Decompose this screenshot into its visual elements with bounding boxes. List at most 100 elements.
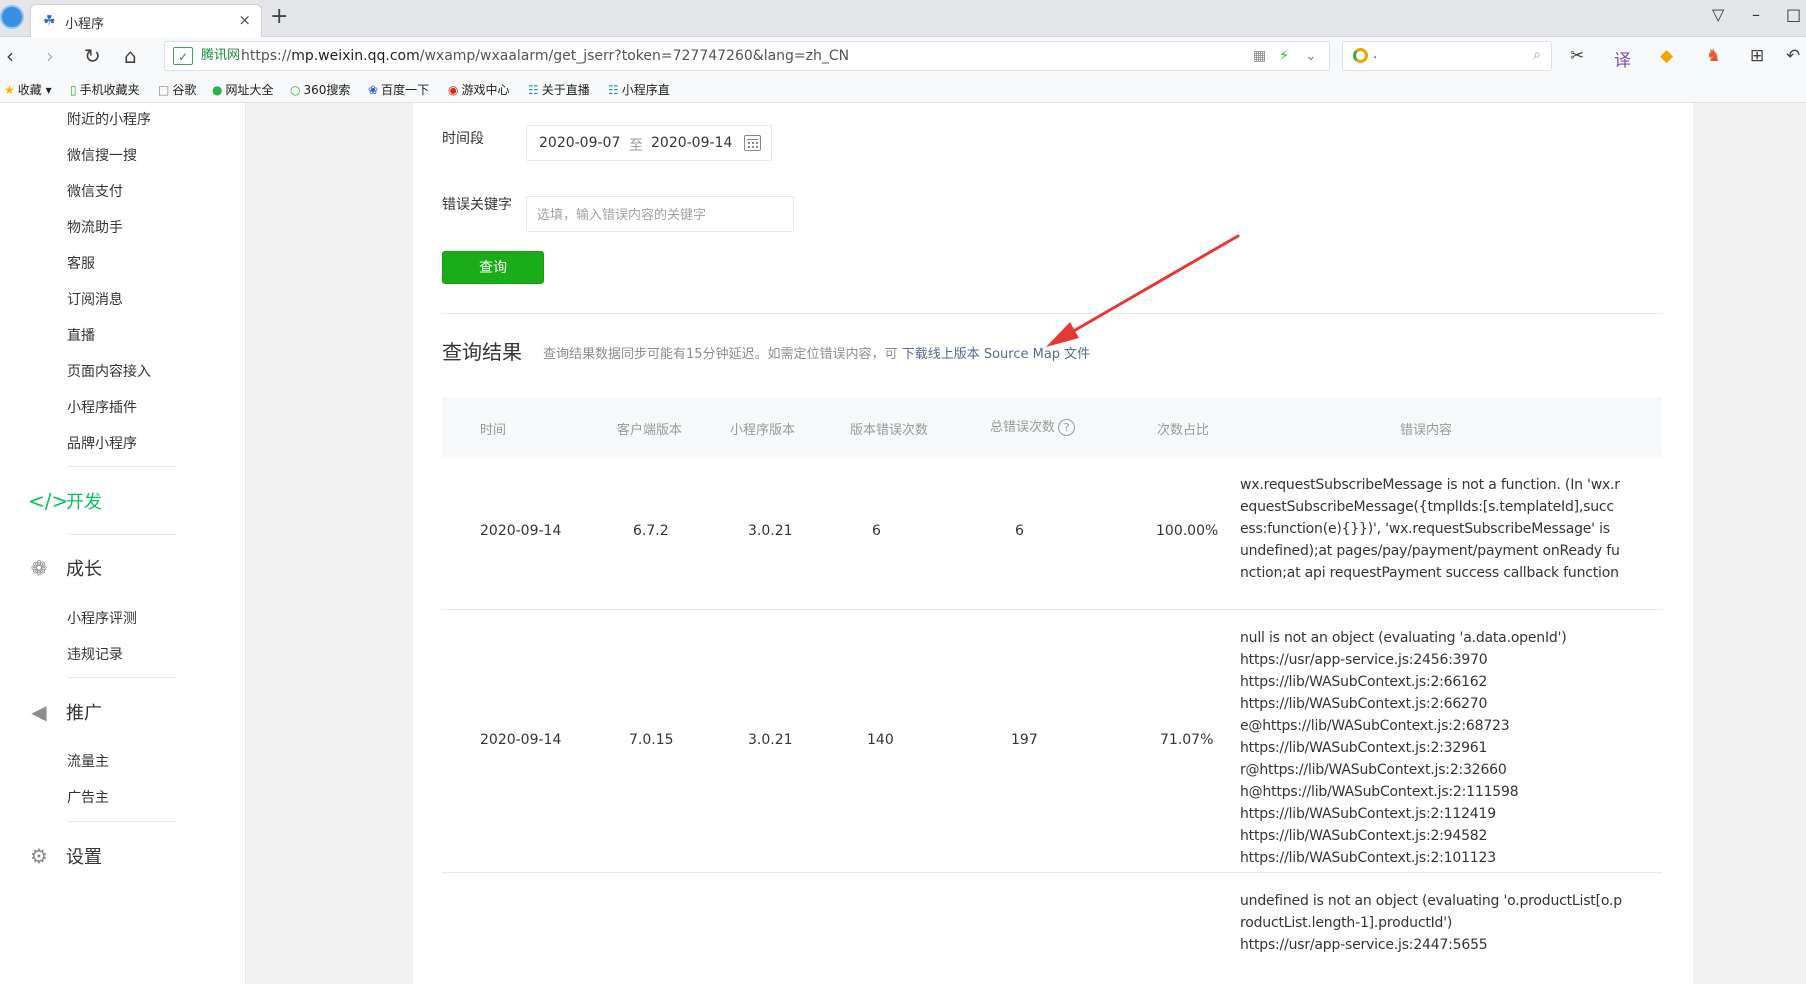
url-text[interactable]: https://mp.weixin.qq.com/wxamp/wxaalarm/… — [241, 47, 849, 65]
cell-app-version: 3.0.21 — [748, 523, 793, 539]
bookmark-live[interactable]: ☷ 关于直播 — [528, 81, 590, 98]
cell-time: 2020-09-14 — [480, 523, 562, 539]
col-app-version[interactable]: 小程序版本 — [730, 419, 795, 438]
sidebar-item-logistics[interactable]: 物流助手 — [67, 217, 123, 237]
sprout-icon: ❁ — [30, 556, 48, 580]
browser-tab[interactable]: ☘ 小程序 × — [30, 4, 262, 37]
url-scheme: https:// — [241, 48, 292, 64]
bookmark-games[interactable]: ◉ 游戏中心 — [448, 81, 510, 98]
tab-close-icon[interactable]: × — [238, 11, 251, 29]
browser-tab-bar: ☘ 小程序 × + ▽ – □ — [0, 0, 1806, 37]
star-icon: ★ — [4, 83, 15, 97]
period-label: 时间段 — [442, 131, 484, 147]
tab-title: 小程序 — [65, 17, 105, 32]
cell-total-errors: 6 — [1015, 523, 1024, 539]
sidebar-item-live[interactable]: 直播 — [67, 325, 95, 345]
sidebar-group-promotion[interactable]: ◀ 推广 — [28, 699, 102, 725]
search-box[interactable]: . ⌕ — [1342, 41, 1552, 71]
sidebar-item-nearby[interactable]: 附近的小程序 — [67, 109, 151, 129]
reload-icon[interactable]: ↻ — [84, 44, 101, 68]
col-version-errors[interactable]: 版本错误次数 — [850, 419, 928, 438]
date-range-picker[interactable]: 2020-09-07 至 2020-09-14 — [526, 125, 772, 161]
dropdown-icon[interactable]: ⌄ — [1305, 48, 1317, 64]
sidebar-group-growth[interactable]: ❁ 成长 — [28, 555, 102, 581]
shield-icon[interactable]: ◆ — [1660, 46, 1673, 66]
table-header: 时间 客户端版本 小程序版本 版本错误次数 总错误次数? 次数占比 错误内容 — [442, 397, 1662, 457]
download-sourcemap-link[interactable]: 下载线上版本 Source Map 文件 — [902, 347, 1090, 362]
home-icon[interactable]: ⌂ — [124, 44, 137, 68]
col-client-version[interactable]: 客户端版本 — [617, 419, 682, 438]
secure-badge-icon: ✓ — [173, 47, 194, 65]
cell-total-errors: 197 — [1011, 732, 1038, 748]
cell-ratio: 71.07% — [1160, 732, 1214, 748]
sidebar-item-service[interactable]: 客服 — [67, 253, 95, 273]
bolt-icon[interactable]: ⚡ — [1279, 48, 1289, 64]
col-error-content: 错误内容 — [1400, 423, 1453, 438]
sidebar-item-plugins[interactable]: 小程序插件 — [67, 397, 137, 417]
game-center-icon: ◉ — [448, 83, 459, 97]
search-icon[interactable]: ⌕ — [1533, 47, 1541, 63]
sidebar-item-subscribe[interactable]: 订阅消息 — [67, 289, 123, 309]
sidebar-item-brand[interactable]: 品牌小程序 — [67, 433, 137, 453]
apps-icon[interactable]: ⊞ — [1750, 46, 1764, 66]
url-host: mp.weixin.qq.com — [291, 48, 420, 64]
help-icon[interactable]: ? — [1058, 419, 1076, 436]
sidebar-group-settings[interactable]: ⚙ 设置 — [28, 843, 102, 869]
sidebar-divider — [67, 534, 177, 535]
table-row: 2020-09-14 6.7.2 3.0.21 6 6 100.00% wx.r… — [442, 457, 1662, 610]
code-icon: </> — [28, 489, 69, 513]
scissors-icon[interactable]: ✂ — [1570, 46, 1584, 66]
grid-icon: ☷ — [528, 83, 539, 97]
qr-icon[interactable]: ▦ — [1253, 48, 1266, 64]
sidebar-item-evaluation[interactable]: 小程序评测 — [67, 608, 137, 628]
bookmark-baidu[interactable]: ❀ 百度一下 — [368, 81, 429, 98]
results-note: 查询结果数据同步可能有15分钟延迟。如需定位错误内容，可 下载线上版本 Sour… — [543, 347, 1091, 362]
cell-error-content: wx.requestSubscribeMessage is not a func… — [1240, 477, 1620, 581]
table-row: undefined is not an object (evaluating '… — [442, 873, 1662, 984]
grid-icon: ☷ — [608, 83, 619, 97]
forward-icon[interactable]: › — [46, 44, 54, 68]
bookmark-miniprogram[interactable]: ☷ 小程序直 — [608, 81, 670, 98]
sidebar-item-search[interactable]: 微信搜一搜 — [67, 145, 137, 165]
phone-icon: ▯ — [70, 83, 77, 97]
search-text: . — [1373, 47, 1378, 62]
bookmark-360search[interactable]: ○ 360搜索 — [290, 81, 350, 98]
secure-site-label: 腾讯网 — [201, 48, 241, 63]
back-icon[interactable]: ‹ — [6, 44, 14, 68]
sidebar-divider — [67, 466, 177, 467]
col-ratio[interactable]: 次数占比 — [1157, 419, 1209, 438]
new-tab-button[interactable]: + — [270, 4, 288, 29]
address-bar[interactable]: ✓ 腾讯网 https://mp.weixin.qq.com/wxamp/wxa… — [164, 41, 1330, 71]
col-time[interactable]: 时间 — [480, 419, 506, 438]
sidebar-item-content[interactable]: 页面内容接入 — [67, 361, 151, 381]
bookmark-favorites[interactable]: ★ 收藏 ▾ — [4, 81, 52, 98]
url-path: /wxamp/wxaalarm/get_jserr?token=72774726… — [419, 48, 850, 64]
sidebar-item-pay[interactable]: 微信支付 — [67, 181, 123, 201]
gear-icon: ⚙ — [30, 844, 48, 868]
sidebar-item-violations[interactable]: 违规记录 — [67, 644, 123, 664]
cell-client-version: 6.7.2 — [633, 523, 669, 539]
query-button[interactable]: 查询 — [442, 251, 544, 284]
calendar-icon — [744, 135, 761, 151]
pin-icon[interactable]: ▽ — [1712, 5, 1724, 24]
minimize-icon[interactable]: – — [1752, 5, 1760, 24]
miniprogram-favicon-icon: ☘ — [43, 13, 56, 29]
game-icon[interactable]: ♞ — [1706, 46, 1721, 66]
bookmark-mobile[interactable]: ▯ 手机收藏夹 — [70, 81, 140, 98]
sidebar-item-traffic-owner[interactable]: 流量主 — [67, 751, 109, 771]
main-content: 时间段 2020-09-07 至 2020-09-14 错误关键字 查询 查询结… — [413, 103, 1693, 984]
keyword-input[interactable] — [526, 196, 794, 232]
sidebar-group-dev[interactable]: </>开发 — [28, 488, 102, 514]
col-total-errors[interactable]: 总错误次数? — [990, 416, 1076, 436]
undo-icon[interactable]: ↶ — [1786, 46, 1800, 66]
translate-icon[interactable]: 译 — [1614, 46, 1631, 71]
table-row: 2020-09-14 7.0.15 3.0.21 140 197 71.07% … — [442, 610, 1662, 873]
bookmark-hao123[interactable]: ● 网址大全 — [212, 81, 274, 98]
maximize-icon[interactable]: □ — [1786, 5, 1801, 24]
browser-logo-icon[interactable] — [0, 5, 24, 29]
sidebar-item-advertiser[interactable]: 广告主 — [67, 787, 109, 807]
cell-error-content: undefined is not an object (evaluating '… — [1240, 893, 1622, 953]
bookmarks-bar: ★ 收藏 ▾ ▯ 手机收藏夹 □ 谷歌 ● 网址大全 ○ 360搜索 ❀ 百度一下 ◉ 游戏中… — [0, 75, 1806, 103]
page-icon: □ — [158, 83, 170, 97]
bookmark-google[interactable]: □ 谷歌 — [158, 81, 196, 98]
